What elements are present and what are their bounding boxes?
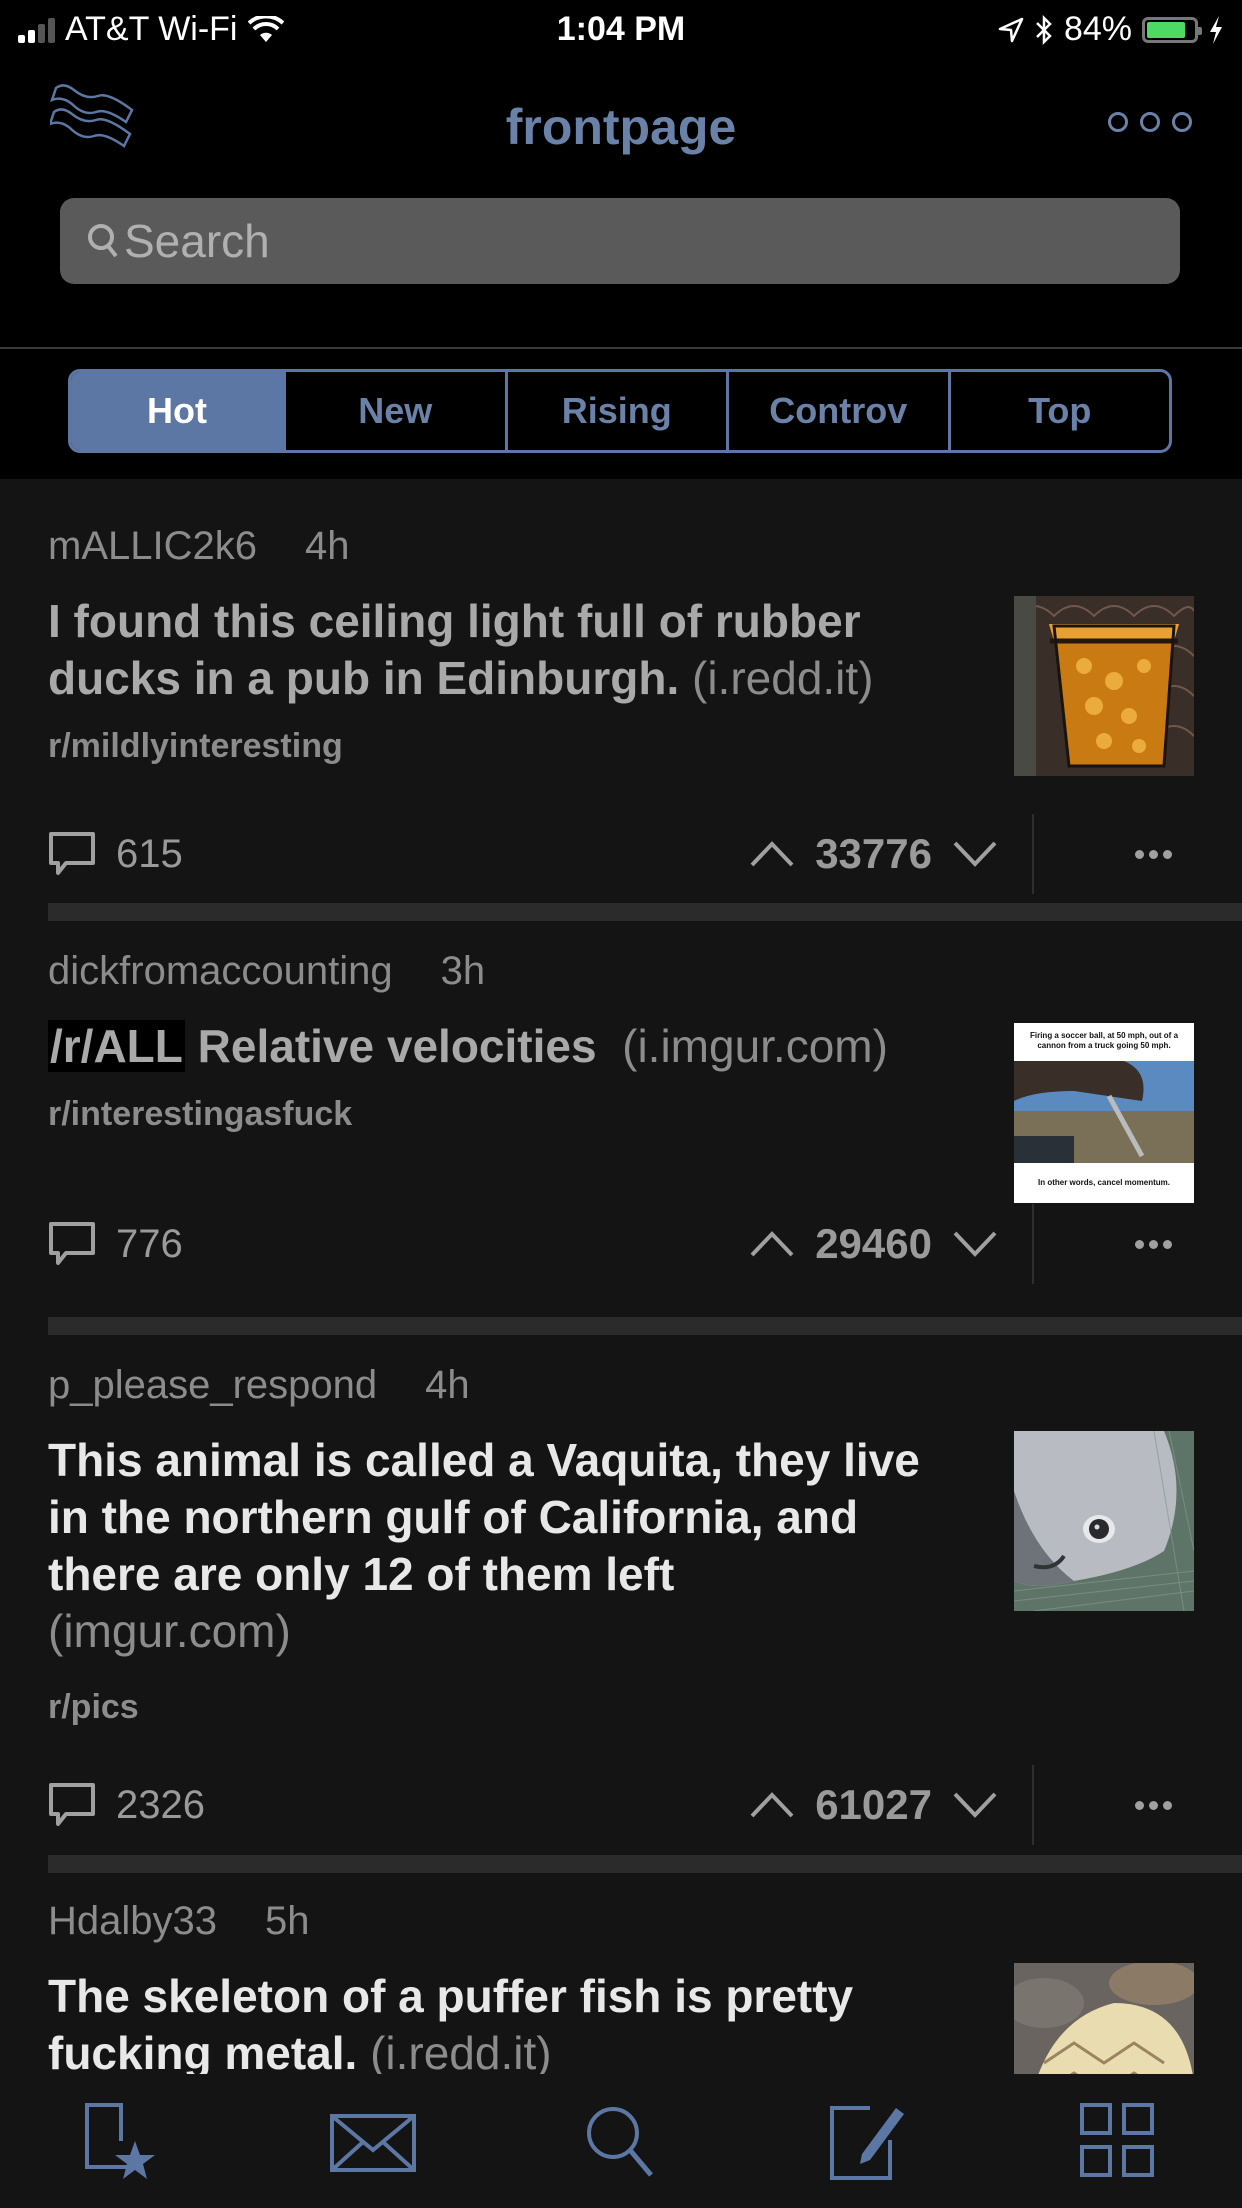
thumbnail-caption-bottom: In other words, cancel momentum. (1037, 1178, 1171, 1187)
post-age: 3h (440, 949, 486, 993)
post-more-icon[interactable] (1135, 1800, 1172, 1810)
search-input[interactable] (122, 213, 1126, 269)
post-domain: (i.redd.it) (692, 652, 874, 704)
post-thumbnail[interactable] (1014, 1963, 1194, 2074)
tab-controversial[interactable]: Controv (729, 372, 951, 450)
upvote-icon[interactable] (749, 1791, 795, 1819)
sort-bar: Hot New Rising Controv Top (0, 349, 1242, 479)
post-thumbnail[interactable] (1014, 596, 1194, 776)
sort-segmented-control: Hot New Rising Controv Top (68, 369, 1172, 453)
post-domain: (i.redd.it) (370, 2027, 552, 2074)
post-feed[interactable]: mALLIC2k6 4h I found this ceiling light f… (0, 479, 1242, 2074)
post-title[interactable]: I found this ceiling light full of rubbe… (48, 593, 968, 707)
search-bar[interactable] (60, 198, 1180, 284)
post-title[interactable]: The skeleton of a puffer fish is pretty … (48, 1968, 968, 2074)
comments-button[interactable]: 615 (48, 831, 183, 877)
status-bar: AT&T Wi-Fi 1:04 PM 84% (0, 0, 1242, 62)
tab-compose[interactable] (819, 2091, 919, 2191)
comment-count: 776 (116, 1221, 183, 1266)
upvote-icon[interactable] (749, 840, 795, 868)
downvote-icon[interactable] (952, 840, 998, 868)
upvote-icon[interactable] (749, 1230, 795, 1258)
nav-bar: frontpage (0, 62, 1242, 349)
tab-inbox[interactable] (323, 2091, 423, 2191)
post-more-icon[interactable] (1135, 1239, 1172, 1249)
post-item[interactable]: p_please_respond 4h This animal is called… (0, 1335, 1242, 1855)
search-icon (88, 224, 118, 258)
post-age: 4h (304, 524, 350, 568)
comment-count: 2326 (116, 1782, 205, 1827)
downvote-icon[interactable] (952, 1230, 998, 1258)
post-separator (48, 903, 1242, 921)
score: 29460 (815, 1220, 932, 1267)
post-item[interactable]: Hdalby33 5h The skeleton of a puffer fish… (0, 1873, 1242, 2074)
post-thumbnail[interactable]: Firing a soccer ball, at 50 mph, out of … (1014, 1023, 1194, 1203)
tab-favorites[interactable] (74, 2091, 174, 2191)
post-author[interactable]: Hdalby33 (48, 1899, 217, 1943)
post-separator (48, 1855, 1242, 1873)
page-title: frontpage (505, 99, 737, 155)
tab-search[interactable] (571, 2091, 671, 2191)
divider (1032, 1765, 1034, 1845)
post-more-icon[interactable] (1135, 849, 1172, 859)
more-options-icon[interactable] (1108, 112, 1192, 132)
post-subreddit[interactable]: r/pics (48, 1688, 1194, 1727)
post-domain: (i.imgur.com) (622, 1020, 888, 1072)
score: 33776 (815, 830, 932, 877)
battery-percent: 84% (1063, 10, 1132, 48)
post-age: 5h (265, 1899, 310, 1943)
post-author[interactable]: mALLIC2k6 (48, 524, 257, 568)
divider (1032, 1204, 1034, 1284)
tab-hot[interactable]: Hot (71, 372, 286, 450)
downvote-icon[interactable] (952, 1791, 998, 1819)
post-item[interactable]: dickfromaccounting 3h /r/ALL Relative vel… (0, 921, 1242, 1317)
charging-icon (1210, 15, 1222, 44)
post-title[interactable]: /r/ALL Relative velocities (i.imgur.com) (48, 1018, 968, 1075)
comment-icon (49, 1222, 95, 1265)
search-icon (586, 2107, 653, 2177)
comment-icon (49, 1783, 95, 1826)
score: 61027 (815, 1781, 932, 1828)
bluetooth-icon (1036, 14, 1052, 45)
post-age: 4h (425, 1363, 470, 1407)
post-author[interactable]: p_please_respond (48, 1363, 377, 1407)
comments-button[interactable]: 776 (48, 1221, 183, 1267)
comment-icon (49, 832, 95, 875)
grid-icon (1079, 2103, 1154, 2177)
comments-button[interactable]: 2326 (48, 1782, 205, 1828)
post-item[interactable]: mALLIC2k6 4h I found this ceiling light f… (0, 479, 1242, 903)
thumbnail-caption-top: Firing a soccer ball, at 50 mph, out of … (1029, 1031, 1179, 1050)
post-separator (48, 1317, 1242, 1335)
divider (1032, 814, 1034, 894)
tab-new[interactable]: New (286, 372, 508, 450)
thumbnail-image (1014, 1061, 1194, 1163)
post-flair: /r/ALL (48, 1020, 185, 1072)
tab-more[interactable] (1068, 2091, 1168, 2191)
tab-top[interactable]: Top (951, 372, 1170, 450)
compose-icon (830, 2106, 905, 2180)
post-author[interactable]: dickfromaccounting (48, 949, 393, 993)
mail-icon (329, 2114, 416, 2172)
post-thumbnail[interactable] (1014, 1431, 1194, 1611)
favorites-icon (85, 2103, 156, 2179)
tab-rising[interactable]: Rising (508, 372, 729, 450)
comment-count: 615 (116, 831, 183, 876)
bottom-tab-bar (0, 2074, 1242, 2208)
post-domain: (imgur.com) (48, 1605, 291, 1657)
location-icon (998, 17, 1024, 42)
post-title[interactable]: This animal is called a Vaquita, they li… (48, 1432, 968, 1660)
battery-icon (1142, 16, 1202, 43)
